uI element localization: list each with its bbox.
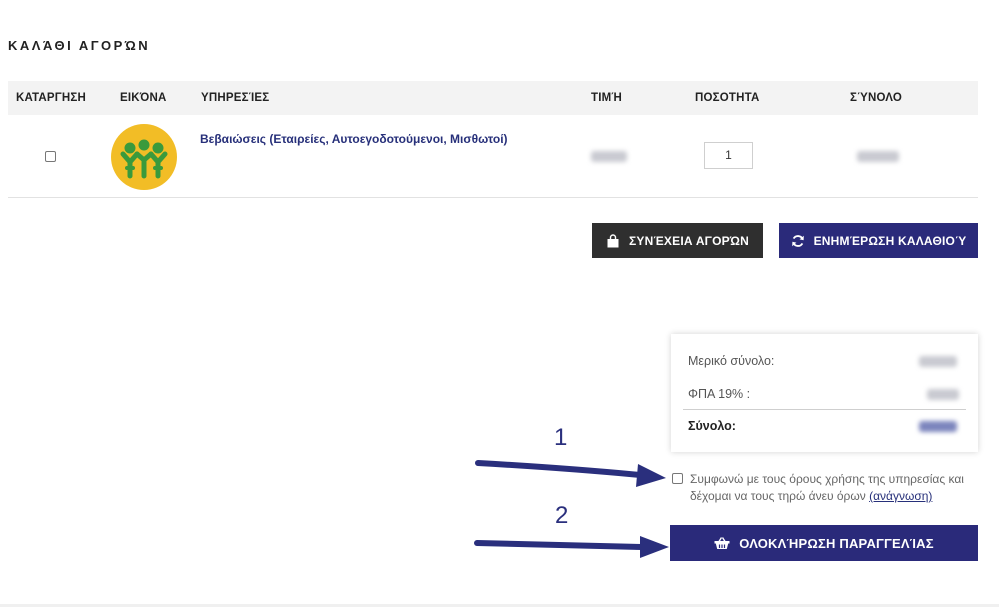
table-row: Βεβαιώσεις (Εταιρείες, Αυτοεγοδοτούμενοι…	[8, 115, 978, 198]
cart-table: ΚΑΤΑΡΓΗΣΗ ΕΙΚΌΝΑ ΥΠΗΡΕΣΊΕΣ ΤΙΜΉ ΠΟΣΟΤΗΤΑ…	[8, 81, 978, 198]
header-total: ΣΎΝΟΛΟ	[850, 92, 903, 104]
update-cart-button[interactable]: ΕΝΗΜΈΡΩΣΗ ΚΑΛΑΘΙΟΎ	[779, 223, 978, 258]
header-services: ΥΠΗΡΕΣΊΕΣ	[201, 92, 270, 104]
vat-value-blurred	[927, 389, 959, 400]
product-link[interactable]: Βεβαιώσεις (Εταιρείες, Αυτοεγοδοτούμενοι…	[200, 132, 508, 146]
annotation-step-1: 1	[554, 424, 568, 451]
subtotal-value-blurred	[919, 356, 957, 367]
header-image: ΕΙΚΌΝΑ	[120, 92, 167, 104]
terms-checkbox[interactable]	[672, 473, 683, 484]
terms-text: Συμφωνώ με τους όρους χρήσης της υπηρεσί…	[690, 471, 980, 505]
continue-shopping-button[interactable]: ΣΥΝΈΧΕΙΑ ΑΓΟΡΏΝ	[592, 223, 763, 258]
vat-label: ΦΠΑ 19% :	[688, 387, 751, 401]
product-logo	[111, 124, 177, 190]
refresh-icon	[791, 234, 804, 247]
update-cart-label: ΕΝΗΜΈΡΩΣΗ ΚΑΛΑΘΙΟΎ	[813, 233, 967, 248]
people-icon	[120, 139, 168, 179]
complete-order-button[interactable]: ΟΛΟΚΛΉΡΩΣΗ ΠΑΡΑΓΓΕΛΊΑΣ	[670, 525, 978, 561]
summary-divider	[683, 409, 966, 410]
total-label: Σύνολο:	[688, 419, 736, 433]
quantity-input[interactable]: 1	[704, 142, 753, 169]
header-quantity: ΠΟΣΟΤΗΤΑ	[695, 92, 760, 104]
annotation-step-2: 2	[555, 502, 569, 529]
total-value-blurred	[919, 421, 957, 432]
subtotal-label: Μερικό σύνολο:	[688, 354, 775, 368]
terms-read-link[interactable]: (ανάγνωση)	[869, 489, 932, 503]
table-header: ΚΑΤΑΡΓΗΣΗ ΕΙΚΌΝΑ ΥΠΗΡΕΣΊΕΣ ΤΙΜΉ ΠΟΣΟΤΗΤΑ…	[8, 81, 978, 115]
price-value-blurred	[591, 151, 627, 162]
order-summary: Μερικό σύνολο: ΦΠΑ 19% : Σύνολο:	[671, 334, 978, 452]
page-title: ΚΑΛΆΘΙ ΑΓΟΡΏΝ	[8, 38, 151, 53]
arrow-to-order-button	[474, 536, 669, 558]
row-total-blurred	[857, 151, 899, 162]
remove-checkbox[interactable]	[45, 151, 56, 162]
continue-shopping-label: ΣΥΝΈΧΕΙΑ ΑΓΟΡΏΝ	[629, 233, 749, 248]
complete-order-label: ΟΛΟΚΛΉΡΩΣΗ ΠΑΡΑΓΓΕΛΊΑΣ	[739, 535, 934, 551]
basket-icon	[714, 537, 730, 549]
arrow-to-terms-checkbox	[475, 460, 666, 487]
header-price: ΤΙΜΉ	[591, 92, 623, 104]
shopping-bag-icon	[607, 233, 619, 247]
header-remove: ΚΑΤΑΡΓΗΣΗ	[16, 92, 87, 104]
